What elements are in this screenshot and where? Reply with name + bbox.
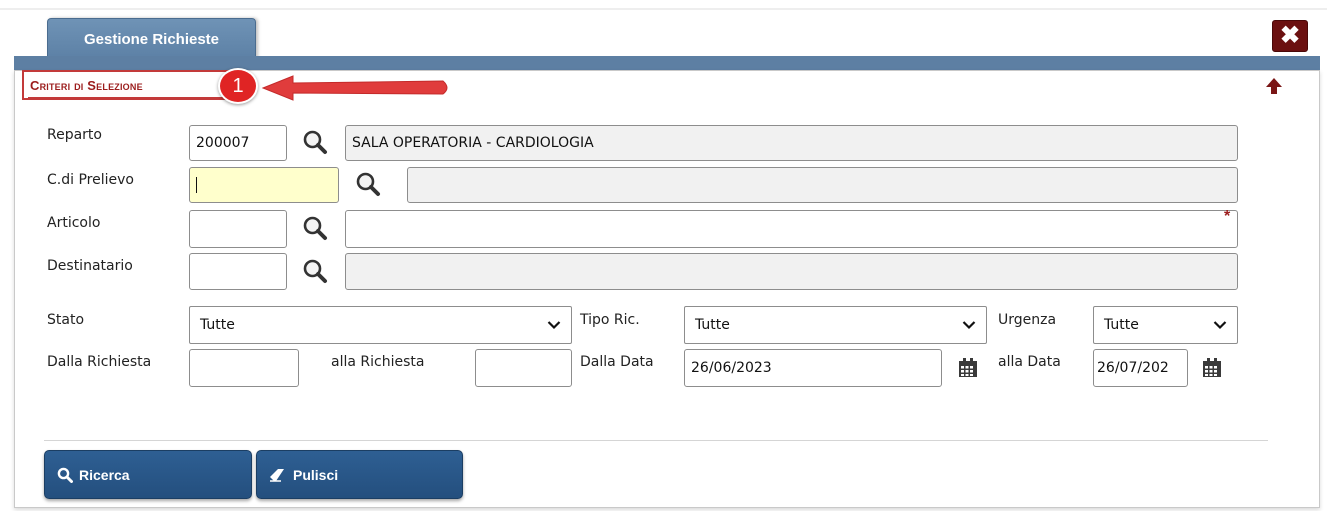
dalla-data-label: Dalla Data [580,354,654,370]
form-divider [44,440,1268,441]
prelievo-description-input [407,167,1238,203]
magnifier-icon[interactable] [355,171,381,197]
eraser-icon [270,468,284,482]
callout-arrow-icon [261,75,448,101]
ricerca-label: Ricerca [79,466,130,483]
reparto-description-input: SALA OPERATORIA - CARDIOLOGIA [345,125,1238,161]
alla-data-input[interactable]: 26/07/202 [1093,349,1188,387]
dalla-richiesta-label: Dalla Richiesta [47,354,152,370]
urgenza-select[interactable]: Tutte [1093,306,1238,344]
calendar-icon[interactable] [1201,357,1223,379]
magnifier-icon[interactable] [302,215,328,241]
calendar-icon[interactable] [957,357,979,379]
alla-richiesta-label: alla Richiesta [331,354,425,370]
articolo-label: Articolo [47,215,101,231]
pulisci-label: Pulisci [293,466,339,483]
urgenza-value: Tutte [1104,317,1139,333]
pulisci-button[interactable]: Pulisci [256,450,463,499]
destinatario-code-input[interactable] [189,253,287,290]
prelievo-code-input[interactable] [189,167,339,203]
magnifier-icon[interactable] [302,129,328,155]
search-icon [57,467,73,483]
tipo-ric-label: Tipo Ric. [580,312,640,328]
magnifier-icon[interactable] [302,258,328,284]
text-cursor [196,177,197,193]
urgenza-label: Urgenza [998,312,1057,328]
alla-richiesta-input[interactable] [475,349,572,387]
articolo-description-input[interactable] [345,210,1238,248]
close-icon[interactable]: ✖ [1272,20,1308,52]
chevron-down-icon [1213,321,1227,330]
stato-select[interactable]: Tutte [189,306,572,344]
alla-data-label: alla Data [998,354,1061,370]
stato-value: Tutte [200,317,235,333]
stato-label: Stato [47,312,85,328]
up-arrow-icon[interactable] [1264,76,1284,96]
callout-badge: 1 [218,68,258,104]
prelievo-label: C.di Prelievo [47,172,134,188]
top-divider [0,8,1327,10]
destinatario-description-input [345,253,1238,290]
tipo-ric-select[interactable]: Tutte [684,306,987,344]
required-marker: * [1224,208,1231,225]
destinatario-label: Destinatario [47,258,133,274]
section-title[interactable]: Criteri di Selezione [22,70,230,100]
articolo-code-input[interactable] [189,210,287,248]
tab-gestione-richieste[interactable]: Gestione Richieste [47,18,256,60]
tipo-ric-value: Tutte [695,317,730,333]
chevron-down-icon [547,321,561,330]
reparto-code-input[interactable]: 200007 [189,125,287,161]
dalla-richiesta-input[interactable] [189,349,299,387]
ricerca-button[interactable]: Ricerca [44,450,252,499]
reparto-label: Reparto [47,127,102,143]
header-band [14,56,1320,70]
chevron-down-icon [962,321,976,330]
dalla-data-input[interactable]: 26/06/2023 [684,349,942,387]
